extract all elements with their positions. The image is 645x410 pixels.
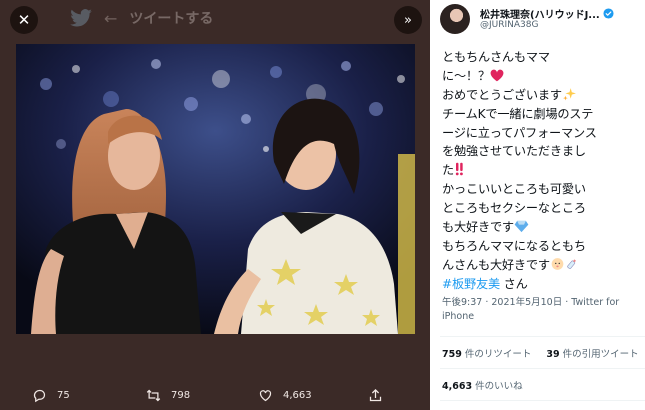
timestamp-line: 午後9:37 · 2021年5月10日 · Twitter for <box>442 297 620 308</box>
double-chevron-right-icon: » <box>404 12 412 28</box>
baby-icon <box>550 257 565 277</box>
sparkles-icon <box>562 87 577 107</box>
share-button[interactable] <box>368 388 383 403</box>
reply-button[interactable]: 75 <box>32 388 70 403</box>
reply-count: 75 <box>57 389 70 401</box>
timestamp-source-line: iPhone <box>442 311 475 322</box>
media-viewer: ← ツイートする ✕ » 75 798 4,663 <box>0 0 430 410</box>
twitter-bird-icon <box>70 9 92 27</box>
tweet-actions-bar: 75 798 4,663 <box>0 380 430 410</box>
retweet-quote-stats: 759 件のリツイート 39 件の引用ツイート <box>442 346 639 360</box>
tweet-text-line: に〜！？ <box>442 67 640 86</box>
tweet-timestamp[interactable]: 午後9:37 · 2021年5月10日 · Twitter for iPhone <box>442 296 640 324</box>
tweet-text-line: んさんも大好きです <box>442 256 640 275</box>
tweet-text-line: ともちんさんもママ <box>442 50 550 64</box>
tweet-text-line: かっこいいところも可愛い <box>442 182 586 197</box>
baby-bottle-icon <box>565 257 578 277</box>
close-button[interactable]: ✕ <box>10 6 38 34</box>
retweet-icon <box>146 389 161 401</box>
author-handle[interactable]: @JURINA38G <box>480 20 538 30</box>
display-name[interactable]: 松井珠理奈(ハリウッドJ... <box>480 6 600 21</box>
tweet-text-line: おめでとうございます <box>442 86 640 105</box>
reply-icon <box>33 389 46 402</box>
tweet-photo[interactable] <box>16 44 415 334</box>
retweets-stat[interactable]: 759 件のリツイート <box>442 349 531 360</box>
page-title: ツイートする <box>129 11 214 27</box>
tweet-text-line: チームKで一緒に劇場のステ <box>442 106 594 121</box>
quote-tweets-stat[interactable]: 39 件の引用ツイート <box>546 349 638 360</box>
tweet-text-line: もちろんママになるともち <box>442 238 586 253</box>
tweet-text-line: #板野友美 さん <box>442 276 528 291</box>
photo-illustration <box>16 44 415 334</box>
back-arrow-icon: ← <box>104 8 118 28</box>
hashtag-link[interactable]: #板野友美 <box>442 277 500 291</box>
tweet-text-line: ところもセクシーなところ <box>442 201 586 216</box>
divider <box>440 368 645 369</box>
retweet-button[interactable]: 798 <box>146 388 190 403</box>
heart-icon <box>259 389 272 401</box>
expand-panel-button[interactable]: » <box>394 6 422 34</box>
tweet-text-line: も大好きです <box>442 218 640 237</box>
red-heart-icon <box>490 69 504 88</box>
likes-stat[interactable]: 4,663 件のいいね <box>442 378 523 392</box>
tweet-text-line: た <box>442 161 640 180</box>
avatar[interactable] <box>440 4 470 34</box>
close-icon: ✕ <box>17 11 31 29</box>
tweet-text-line: を勉強させていただきまし <box>442 144 586 159</box>
divider <box>440 400 645 401</box>
verified-badge-icon <box>603 8 614 19</box>
share-icon <box>369 388 382 401</box>
background-header: ← ツイートする <box>70 6 213 30</box>
retweet-count: 798 <box>171 389 191 401</box>
tweet-text-line: ージに立ってパフォーマンス <box>442 125 597 140</box>
like-button[interactable]: 4,663 <box>258 388 312 403</box>
tweet-detail-panel: 松井珠理奈(ハリウッドJ... @JURINA38G ともちんさんもママ に〜！… <box>430 0 645 410</box>
divider <box>440 336 645 337</box>
like-count: 4,663 <box>283 389 312 401</box>
tweet-text: ともちんさんもママ に〜！？ おめでとうございます チームKで一緒に劇場のステ … <box>442 48 640 294</box>
author-name-row[interactable]: 松井珠理奈(ハリウッドJ... <box>480 6 640 21</box>
